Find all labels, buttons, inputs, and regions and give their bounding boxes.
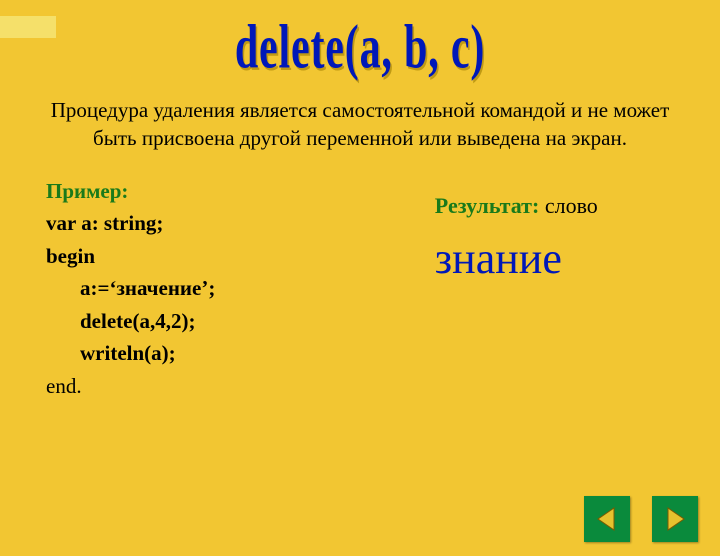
next-button[interactable] bbox=[652, 496, 698, 542]
prev-button[interactable] bbox=[584, 496, 630, 542]
result-block: Результат: слово знание bbox=[435, 175, 720, 403]
code-line: end. bbox=[46, 370, 435, 403]
result-line: Результат: слово bbox=[435, 193, 720, 219]
example-header: Пример: bbox=[46, 175, 435, 208]
arrow-right-icon bbox=[660, 504, 690, 534]
code-line: begin bbox=[46, 240, 435, 273]
code-line: var a: string; bbox=[46, 207, 435, 240]
nav-buttons bbox=[584, 496, 698, 542]
result-word: слово bbox=[545, 193, 598, 218]
result-value: знание bbox=[435, 233, 720, 284]
code-line: delete(a,4,2); bbox=[46, 305, 435, 338]
description-text: Процедура удаления является самостоятель… bbox=[36, 96, 684, 153]
arrow-left-icon bbox=[592, 504, 622, 534]
content-columns: Пример: var a: string; begin a:=‘значени… bbox=[0, 175, 720, 403]
code-line: writeln(a); bbox=[46, 337, 435, 370]
code-line: a:=‘значение’; bbox=[46, 272, 435, 305]
example-block: Пример: var a: string; begin a:=‘значени… bbox=[0, 175, 435, 403]
result-label: Результат: bbox=[435, 193, 540, 218]
corner-accent bbox=[0, 16, 56, 38]
page-title: delete(a, b, c) bbox=[79, 11, 641, 82]
